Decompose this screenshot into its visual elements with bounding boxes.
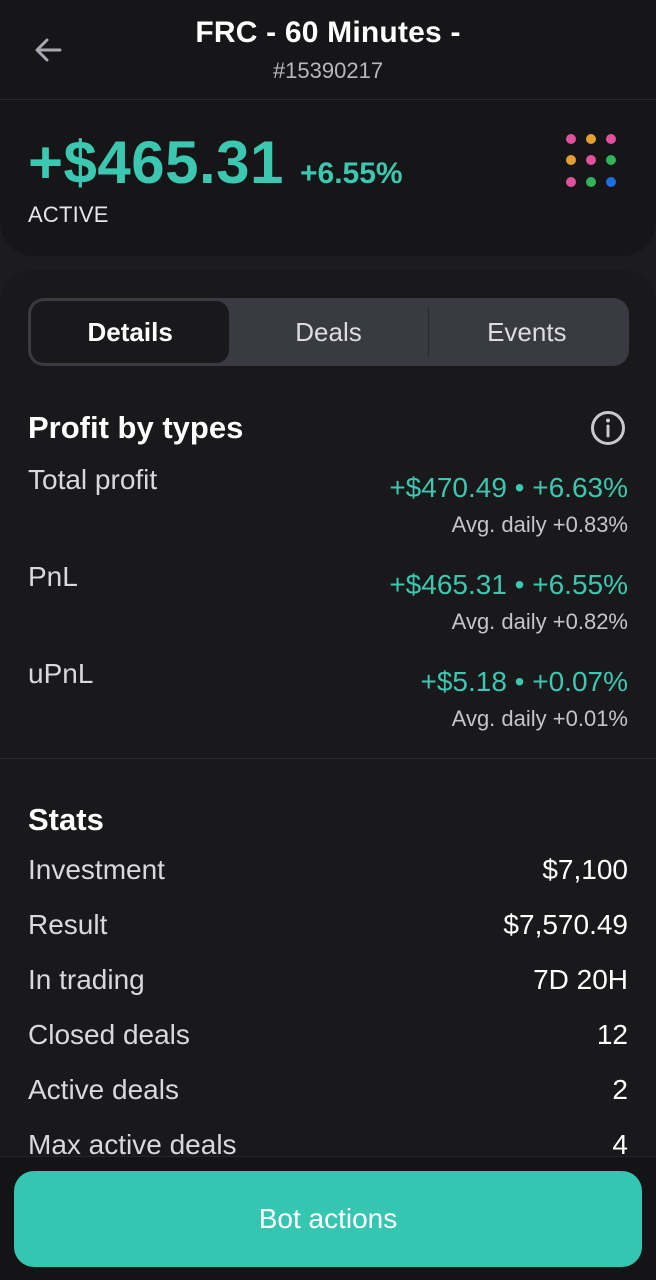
pnl-avg-daily: Avg. daily +0.82% <box>451 609 628 634</box>
stat-closed-deals-value: 12 <box>596 1019 628 1050</box>
grid-dot <box>566 155 576 166</box>
total-pnl-amount: +$465.31 <box>28 129 284 196</box>
tab-deals-label: Deals <box>295 316 362 347</box>
profit-section-title: Profit by types <box>28 410 244 445</box>
total-profit-avg-daily: Avg. daily +0.83% <box>451 512 628 537</box>
upnl-avg-daily: Avg. daily +0.01% <box>451 706 628 731</box>
info-icon[interactable] <box>590 410 626 446</box>
tab-events[interactable]: Events <box>427 301 626 363</box>
bot-actions-button[interactable]: Bot actions <box>14 1171 642 1267</box>
profit-summary-card: +$465.31 +6.55% ACTIVE <box>0 100 656 256</box>
grid-dot <box>566 134 576 144</box>
stat-investment-label: Investment <box>28 854 165 885</box>
grid-dot <box>566 176 576 187</box>
section-divider <box>0 758 656 759</box>
total-pnl-percent: +6.55% <box>300 157 403 190</box>
bot-id: #15390217 <box>272 58 384 83</box>
tab-deals[interactable]: Deals <box>229 301 427 363</box>
stat-active-deals-value: 2 <box>612 1074 628 1105</box>
grid-dot <box>586 134 596 144</box>
tab-events-label: Events <box>487 316 567 347</box>
stat-closed-deals-label: Closed deals <box>28 1019 190 1050</box>
details-panel: Details Deals Events Profit by types Tot… <box>0 270 656 1280</box>
grid-dot <box>606 155 616 166</box>
grid-dot <box>586 155 596 166</box>
total-profit-label: Total profit <box>28 464 158 495</box>
pnl-value: +$465.31 • +6.55% <box>389 569 628 600</box>
upnl-label: uPnL <box>28 658 94 689</box>
stat-in-trading-label: In trading <box>28 964 145 995</box>
stat-active-deals-label: Active deals <box>28 1074 179 1105</box>
grid-dot <box>606 134 616 144</box>
upnl-value: +$5.18 • +0.07% <box>420 666 628 697</box>
stat-result-label: Result <box>28 909 108 940</box>
top-app-bar: FRC - 60 Minutes - #15390217 <box>0 0 656 100</box>
total-profit-value: +$470.49 • +6.63% <box>389 472 628 503</box>
stat-in-trading-value: 7D 20H <box>533 964 628 995</box>
tab-bar: Details Deals Events <box>28 298 629 366</box>
bot-details-screen: FRC - 60 Minutes - #15390217 +$465.31 +6… <box>0 0 656 1280</box>
pnl-label: PnL <box>28 561 78 592</box>
grid-dot <box>586 176 596 187</box>
tab-details[interactable]: Details <box>31 301 230 363</box>
tab-separator <box>427 307 429 357</box>
bot-status: ACTIVE <box>28 202 109 227</box>
colored-dots-grid-icon[interactable] <box>566 134 620 188</box>
grid-dot <box>606 176 616 187</box>
bottom-action-bar: Bot actions <box>0 1156 656 1280</box>
stat-investment-value: $7,100 <box>542 854 628 885</box>
stats-section-title: Stats <box>28 802 104 837</box>
page-title: FRC - 60 Minutes - <box>195 16 461 49</box>
stat-result-value: $7,570.49 <box>503 909 628 940</box>
